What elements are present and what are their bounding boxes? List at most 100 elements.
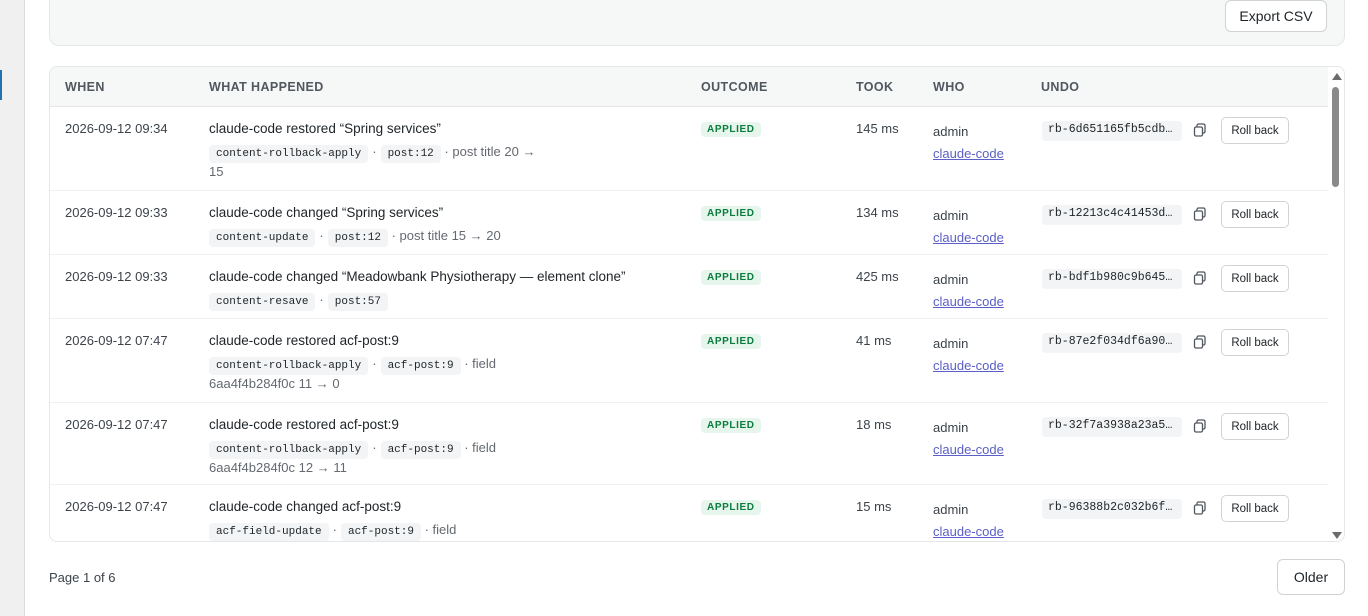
actor-user: admin: [933, 124, 969, 139]
roll-back-button[interactable]: Roll back: [1221, 117, 1289, 144]
event-title: claude-code changed “Meadowbank Physioth…: [209, 269, 626, 284]
tag-chip: acf-post:9: [380, 357, 461, 375]
rollback-id: rb-12213c4c41453d…: [1042, 205, 1182, 225]
duration: 134 ms: [856, 205, 899, 220]
status-badge: APPLIED: [701, 500, 761, 515]
tag-chip: content-resave: [209, 293, 316, 311]
actor-agent-link[interactable]: claude-code: [933, 521, 1004, 541]
header-outcome: OUTCOME: [701, 80, 768, 94]
header-took: TOOK: [856, 80, 894, 94]
vertical-scrollbar[interactable]: [1328, 67, 1344, 541]
export-csv-button[interactable]: Export CSV: [1225, 0, 1327, 32]
event-title: claude-code changed “Spring services”: [209, 205, 444, 220]
rollback-id: rb-6d651165fb5cdb…: [1042, 121, 1182, 141]
separator: ·: [319, 228, 324, 243]
header-what-happened: WHAT HAPPENED: [209, 80, 324, 94]
actor: admin claude-code: [933, 333, 1004, 377]
pagination-label: Page 1 of 6: [49, 570, 116, 585]
rollback-id: rb-87e2f034df6a90…: [1042, 333, 1182, 353]
event-meta: content-rollback-apply · acf-post:9 · fiel…: [209, 439, 539, 477]
table-row: 2026-09-12 09:33 claude-code changed “Mea…: [50, 255, 1330, 319]
event-detail: · post title 15 → 20: [391, 228, 501, 243]
actor-agent-link[interactable]: claude-code: [933, 291, 1004, 313]
copy-icon[interactable]: [1193, 501, 1207, 515]
separator: ·: [372, 144, 377, 159]
timestamp: 2026-09-12 09:33: [65, 269, 168, 284]
actor-agent-link[interactable]: claude-code: [933, 227, 1004, 249]
event-title: claude-code restored acf-post:9: [209, 417, 399, 432]
table-header: WHEN WHAT HAPPENED OUTCOME TOOK WHO UNDO: [50, 67, 1330, 107]
copy-icon[interactable]: [1193, 419, 1207, 433]
tag-chip: post:12: [380, 145, 441, 163]
scroll-up-arrow-icon[interactable]: [1332, 73, 1342, 80]
actor-agent-link[interactable]: claude-code: [933, 439, 1004, 461]
tag-chip: content-rollback-apply: [209, 441, 369, 459]
duration: 41 ms: [856, 333, 892, 348]
table-row: 2026-09-12 07:47 claude-code restored acf…: [50, 319, 1330, 403]
scrollbar-thumb[interactable]: [1332, 87, 1339, 187]
tag-chip: acf-field-update: [209, 523, 329, 541]
header-when: WHEN: [65, 80, 105, 94]
older-button[interactable]: Older: [1277, 559, 1345, 595]
rollback-id: rb-96388b2c032b6f…: [1042, 499, 1182, 519]
event-title: claude-code restored “Spring services”: [209, 121, 441, 136]
status-badge: APPLIED: [701, 418, 761, 433]
status-badge: APPLIED: [701, 334, 761, 349]
actor: admin claude-code: [933, 121, 1004, 165]
copy-icon[interactable]: [1193, 271, 1207, 285]
copy-icon[interactable]: [1193, 123, 1207, 137]
status-badge: APPLIED: [701, 270, 761, 285]
event-title: claude-code restored acf-post:9: [209, 333, 399, 348]
event-meta: content-rollback-apply · acf-post:9 · fiel…: [209, 355, 539, 393]
roll-back-button[interactable]: Roll back: [1221, 495, 1289, 522]
status-badge: APPLIED: [701, 122, 761, 137]
tag-chip: content-rollback-apply: [209, 357, 369, 375]
separator: ·: [319, 292, 324, 307]
timestamp: 2026-09-12 07:47: [65, 333, 168, 348]
roll-back-button[interactable]: Roll back: [1221, 413, 1289, 440]
filter-bar: Export CSV: [49, 0, 1345, 46]
roll-back-button[interactable]: Roll back: [1221, 265, 1289, 292]
header-who: WHO: [933, 80, 965, 94]
duration: 425 ms: [856, 269, 899, 284]
actor-user: admin: [933, 336, 969, 351]
left-edge-accent: [0, 70, 2, 100]
table-row: 2026-09-12 07:47 claude-code changed acf-…: [50, 485, 1330, 541]
timestamp: 2026-09-12 07:47: [65, 499, 168, 514]
duration: 15 ms: [856, 499, 892, 514]
actor-user: admin: [933, 208, 969, 223]
timestamp: 2026-09-12 09:34: [65, 121, 168, 136]
actor: admin claude-code: [933, 205, 1004, 249]
roll-back-button[interactable]: Roll back: [1221, 329, 1289, 356]
rollback-id: rb-32f7a3938a23a5…: [1042, 417, 1182, 437]
tag-chip: acf-post:9: [340, 523, 421, 541]
event-meta: content-update · post:12 · post title 15 →…: [209, 227, 539, 247]
copy-icon[interactable]: [1193, 335, 1207, 349]
event-meta: content-rollback-apply · post:12 · post ti…: [209, 143, 539, 181]
actor: admin claude-code: [933, 417, 1004, 461]
timestamp: 2026-09-12 09:33: [65, 205, 168, 220]
tag-chip: acf-post:9: [380, 441, 461, 459]
actor: admin claude-code: [933, 499, 1004, 541]
copy-icon[interactable]: [1193, 207, 1207, 221]
tag-chip: post:57: [327, 293, 388, 311]
scroll-down-arrow-icon[interactable]: [1332, 532, 1342, 539]
header-undo: UNDO: [1041, 80, 1080, 94]
status-badge: APPLIED: [701, 206, 761, 221]
duration: 145 ms: [856, 121, 899, 136]
actor: admin claude-code: [933, 269, 1004, 313]
event-meta: acf-field-update · acf-post:9 · field: [209, 521, 539, 541]
separator: ·: [372, 356, 377, 371]
tag-chip: content-update: [209, 229, 316, 247]
rollback-id: rb-bdf1b980c9b645…: [1042, 269, 1182, 289]
roll-back-button[interactable]: Roll back: [1221, 201, 1289, 228]
table-row: 2026-09-12 07:47 claude-code restored acf…: [50, 403, 1330, 485]
event-meta: content-resave · post:57: [209, 291, 539, 311]
audit-log-table: WHEN WHAT HAPPENED OUTCOME TOOK WHO UNDO…: [49, 66, 1345, 542]
actor-user: admin: [933, 272, 969, 287]
event-title: claude-code changed acf-post:9: [209, 499, 402, 514]
actor-agent-link[interactable]: claude-code: [933, 355, 1004, 377]
table-row: 2026-09-12 09:33 claude-code changed “Spr…: [50, 191, 1330, 255]
tag-chip: content-rollback-apply: [209, 145, 369, 163]
actor-agent-link[interactable]: claude-code: [933, 143, 1004, 165]
